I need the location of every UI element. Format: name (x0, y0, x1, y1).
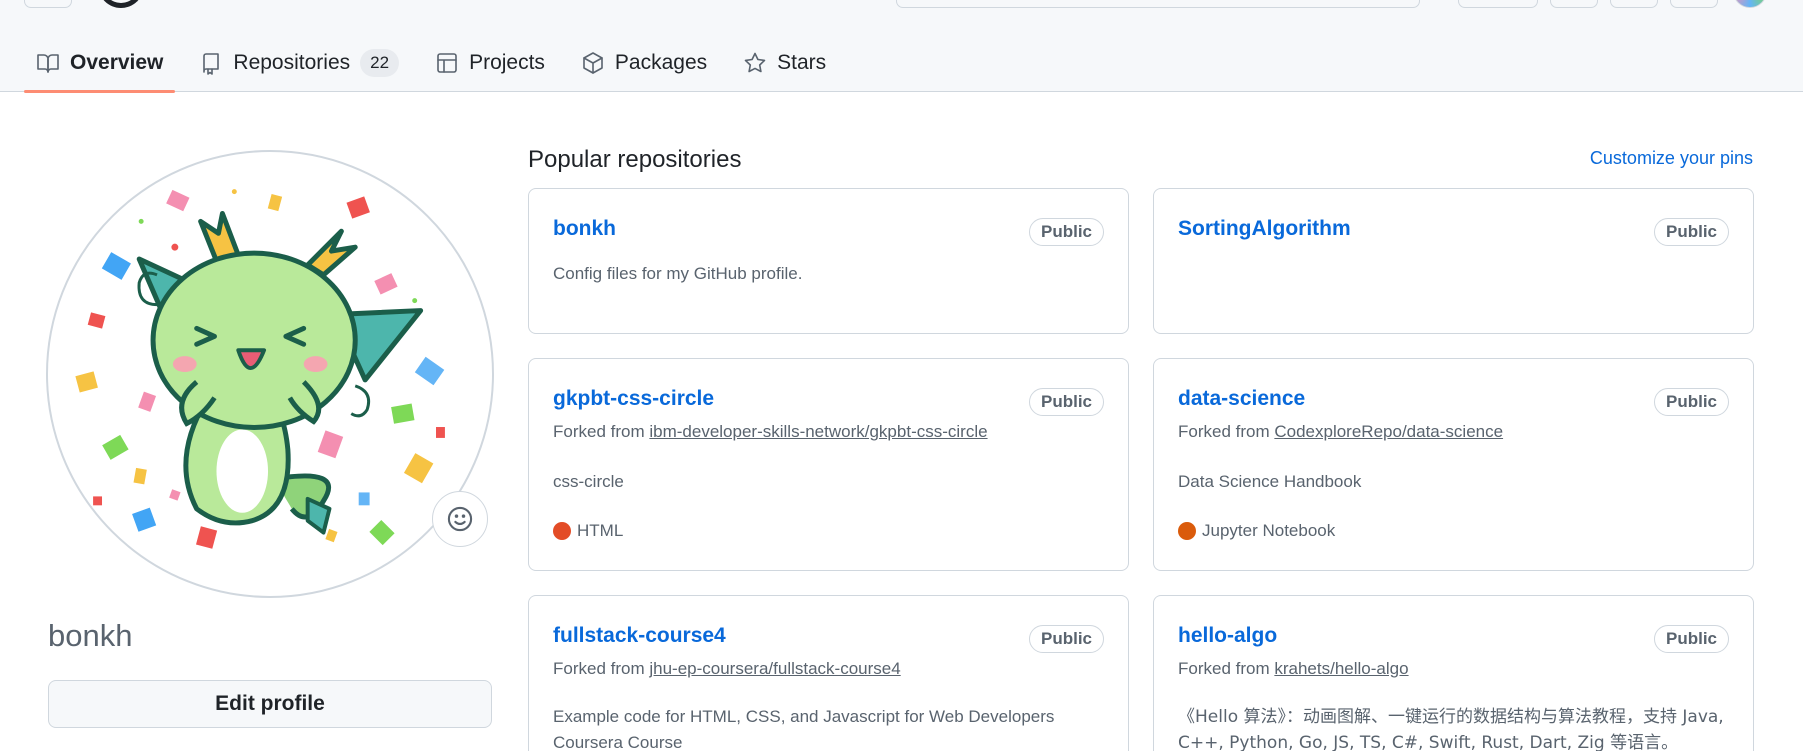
repo-language: Jupyter Notebook (1178, 521, 1335, 541)
profile-avatar[interactable] (46, 150, 494, 598)
repo-card: hello-algo Public Forked from krahets/he… (1153, 595, 1754, 751)
tab-repositories[interactable]: Repositories 22 (187, 34, 411, 92)
repo-description: 《Hello 算法》：动画图解、一键运行的数据结构与算法教程，支持 Java, … (1178, 707, 1724, 751)
visibility-badge: Public (1653, 218, 1729, 246)
edit-profile-button[interactable]: Edit profile (48, 680, 492, 728)
visibility-badge: Public (1653, 388, 1729, 416)
search-input[interactable] (896, 0, 1420, 8)
forked-from-link[interactable]: CodexploreRepo/data-science (1274, 422, 1503, 441)
tab-overview[interactable]: Overview (24, 34, 176, 93)
tab-stars[interactable]: Stars (731, 34, 838, 92)
customize-pins-link[interactable]: Customize your pins (1590, 148, 1753, 169)
forked-from-link[interactable]: krahets/hello-algo (1274, 659, 1408, 678)
tab-projects[interactable]: Projects (423, 34, 557, 92)
dragon-avatar-image (71, 185, 449, 553)
repo-name-link[interactable]: gkpbt-css-circle (553, 387, 714, 411)
repo-card: fullstack-course4 Public Forked from jhu… (528, 595, 1129, 751)
star-icon (744, 52, 766, 73)
smiley-icon (447, 506, 473, 532)
pull-requests-button[interactable] (1610, 0, 1658, 8)
repo-name-link[interactable]: hello-algo (1178, 624, 1277, 648)
tab-label: Packages (614, 51, 708, 74)
repo-name-link[interactable]: fullstack-course4 (553, 624, 726, 648)
header-bar: Overview Repositories 22 Projects Packag… (0, 0, 1803, 93)
repo-card: data-science Public Forked from Codexplo… (1153, 358, 1754, 571)
notifications-button[interactable] (1670, 0, 1718, 8)
forked-from-text: Forked from CodexploreRepo/data-science (1178, 422, 1504, 441)
repo-name-link[interactable]: data-science (1178, 387, 1305, 411)
profile-username: bonkh (48, 618, 133, 653)
package-icon (583, 52, 603, 74)
repo-description: css-circle (553, 472, 624, 491)
language-label: Jupyter Notebook (1202, 521, 1336, 540)
repo-icon (203, 53, 220, 75)
repo-description: Data Science Handbook (1178, 472, 1362, 491)
create-new-button[interactable] (1458, 0, 1538, 8)
github-logo-icon[interactable] (98, 0, 144, 8)
visibility-badge: Public (1028, 388, 1104, 416)
book-icon (37, 54, 59, 73)
table-icon (437, 53, 457, 73)
language-label: HTML (577, 521, 624, 540)
language-color-dot (1178, 522, 1196, 540)
profile-tabs: Overview Repositories 22 Projects Packag… (24, 34, 850, 93)
forked-from-text: Forked from ibm-developer-skills-network… (553, 422, 988, 441)
language-color-dot (553, 522, 571, 540)
repo-card: gkpbt-css-circle Public Forked from ibm-… (528, 358, 1129, 571)
repo-language: HTML (553, 521, 623, 541)
set-status-button[interactable] (432, 491, 488, 547)
repo-card: SortingAlgorithm Public (1153, 188, 1754, 334)
tab-label: Repositories (233, 51, 351, 74)
repo-description: Config files for my GitHub profile. (553, 264, 803, 283)
tab-label: Projects (469, 51, 545, 74)
visibility-badge: Public (1028, 218, 1104, 246)
issues-button[interactable] (1550, 0, 1598, 8)
repositories-count-badge: 22 (360, 49, 400, 77)
repo-name-link[interactable]: bonkh (553, 217, 616, 241)
forked-from-text: Forked from jhu-ep-coursera/fullstack-co… (553, 659, 901, 678)
popular-repositories-title: Popular repositories (528, 146, 742, 173)
visibility-badge: Public (1028, 625, 1104, 653)
forked-from-text: Forked from krahets/hello-algo (1178, 659, 1409, 678)
forked-from-link[interactable]: ibm-developer-skills-network/gkpbt-css-c… (649, 422, 987, 441)
menu-button[interactable] (24, 0, 72, 8)
tab-packages[interactable]: Packages (569, 34, 719, 92)
user-menu-avatar[interactable] (1733, 0, 1767, 8)
tab-label: Overview (70, 51, 164, 74)
repo-description: Example code for HTML, CSS, and Javascri… (553, 707, 1055, 751)
repo-name-link[interactable]: SortingAlgorithm (1178, 217, 1351, 241)
repo-card: bonkh Public Config files for my GitHub … (528, 188, 1129, 334)
forked-from-link[interactable]: jhu-ep-coursera/fullstack-course4 (649, 659, 900, 678)
tab-label: Stars (777, 51, 827, 74)
visibility-badge: Public (1653, 625, 1729, 653)
